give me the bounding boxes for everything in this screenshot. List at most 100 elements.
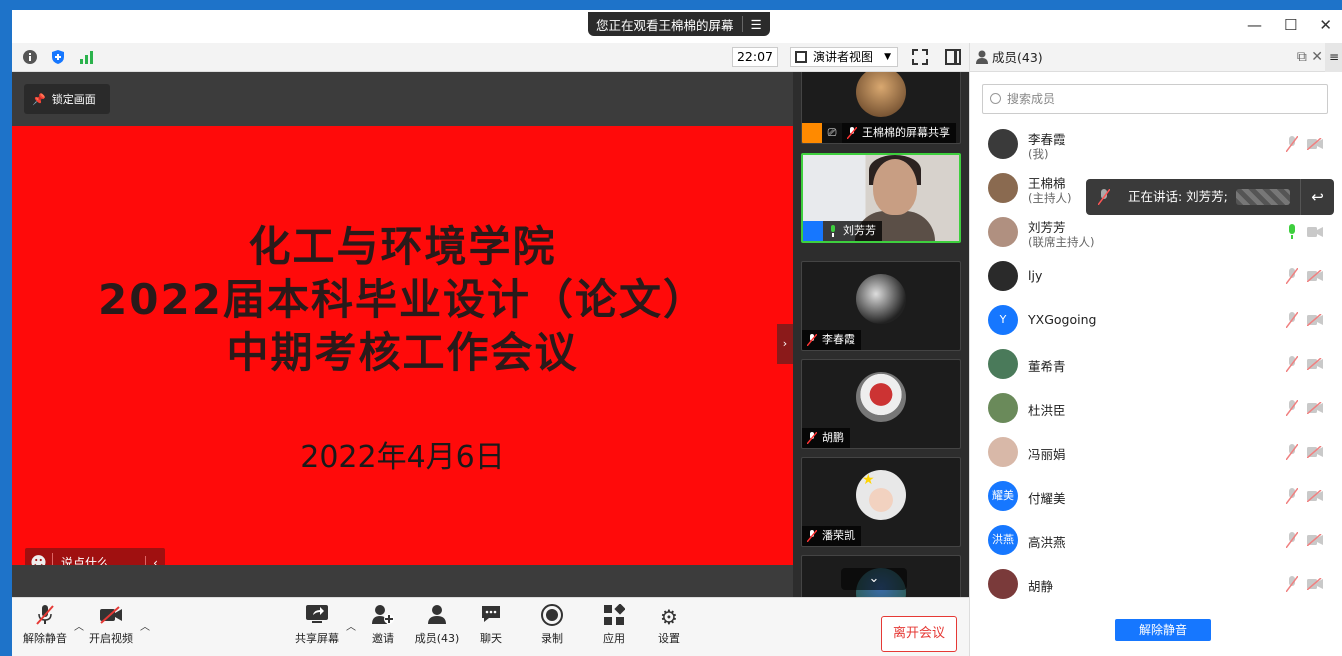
settings-button[interactable]: ⚙ 设置 <box>641 604 697 646</box>
mic-muted-icon[interactable] <box>1286 576 1298 592</box>
member-row[interactable]: ljy <box>970 255 1342 299</box>
chevron-up-icon[interactable]: ︿ <box>140 618 150 633</box>
member-row[interactable]: 董希青 <box>970 343 1342 387</box>
meeting-clock: 22:07 <box>732 47 778 67</box>
avatar <box>988 261 1018 291</box>
scroll-down-icon[interactable]: ⌄ <box>841 568 907 590</box>
video-tile[interactable]: 胡鹏 <box>801 359 961 449</box>
member-row[interactable]: 冯丽娟 <box>970 431 1342 475</box>
camera-off-icon[interactable] <box>1307 534 1323 546</box>
unmute-button[interactable]: 解除静音 <box>17 604 73 646</box>
mic-muted-icon[interactable] <box>1286 136 1298 152</box>
member-row[interactable]: 杜洪臣 <box>970 387 1342 431</box>
menu-icon[interactable]: ≡ <box>1325 43 1342 72</box>
speaking-indicator: 正在讲话: 刘芳芳; ↩ <box>1086 179 1334 215</box>
camera-off-icon[interactable] <box>1307 446 1323 458</box>
video-tile-active-speaker[interactable]: 刘芳芳 <box>801 153 961 243</box>
apps-button[interactable]: 应用 <box>586 603 642 646</box>
menu-lines-icon[interactable]: ☰ <box>751 17 762 32</box>
record-button[interactable]: 录制 <box>524 604 580 646</box>
mic-muted-icon[interactable] <box>1286 312 1298 328</box>
member-name: ljy <box>1028 268 1043 283</box>
camera-off-icon <box>83 604 139 630</box>
screen-share-icon: ⎚ <box>822 123 842 143</box>
caret-down-icon: ▼ <box>884 52 891 62</box>
settings-label: 设置 <box>658 632 680 645</box>
camera-off-icon[interactable] <box>1307 490 1323 502</box>
member-name: 杜洪臣 <box>1028 403 1066 418</box>
search-members-input[interactable]: 搜索成员 <box>982 84 1328 114</box>
signal-icon[interactable] <box>78 49 94 65</box>
video-tile[interactable]: ★ 潘荣凯 <box>801 457 961 547</box>
camera-off-icon[interactable] <box>1307 314 1323 326</box>
members-panel-title: 成员(43) <box>992 50 1043 65</box>
member-row[interactable]: 洪燕 高洪燕 <box>970 519 1342 563</box>
mic-muted-icon[interactable] <box>1286 444 1298 460</box>
avatar <box>988 173 1018 203</box>
mic-muted-icon <box>807 432 817 444</box>
camera-off-icon[interactable] <box>1307 358 1323 370</box>
collapse-strip-button[interactable]: › <box>777 324 793 364</box>
star-icon: ★ <box>862 472 875 488</box>
speaking-text: 正在讲话: 刘芳芳; <box>1128 189 1228 204</box>
top-toolbar: 22:07 演讲者视图 ▼ <box>12 43 969 72</box>
close-icon[interactable]: ✕ <box>1319 16 1332 34</box>
mic-muted-icon[interactable] <box>1286 356 1298 372</box>
mic-muted-icon[interactable] <box>1286 488 1298 504</box>
shield-icon[interactable] <box>50 49 66 65</box>
camera-off-icon[interactable] <box>1307 138 1323 150</box>
blurred-text <box>1236 189 1290 205</box>
unmute-all-button[interactable]: 解除静音 <box>1115 619 1211 641</box>
host-badge-icon <box>802 123 822 143</box>
member-row[interactable]: 刘芳芳 (联席主持人) <box>970 211 1342 255</box>
leave-meeting-button[interactable]: 离开会议 <box>881 616 957 652</box>
mic-muted-icon <box>807 530 817 542</box>
view-mode-select[interactable]: 演讲者视图 ▼ <box>790 47 898 67</box>
window-controls: — ☐ ✕ <box>1247 16 1332 34</box>
record-label: 录制 <box>541 632 563 645</box>
reply-icon[interactable]: ↩ <box>1300 179 1334 215</box>
tile-name: 胡鹏 <box>802 428 850 448</box>
start-video-button[interactable]: 开启视频 <box>83 604 139 646</box>
member-name: 付耀美 <box>1028 491 1066 506</box>
tile-name: 李春霞 <box>802 330 861 350</box>
member-row[interactable]: 李春霞 (我) <box>970 123 1342 167</box>
slide-date: 2022年4月6日 <box>300 440 505 475</box>
share-screen-label: 共享屏幕 <box>295 632 339 645</box>
mic-active-icon[interactable] <box>1286 224 1298 240</box>
fullscreen-icon[interactable] <box>912 49 928 65</box>
avatar <box>988 349 1018 379</box>
close-icon[interactable]: ⧉ ✕ <box>1297 43 1323 72</box>
members-button[interactable]: 成员(43) <box>409 604 465 646</box>
members-panel-header: 成员(43) ⧉ ✕ ≡ <box>970 43 1342 72</box>
tile-name: 王棉棉的屏幕共享 <box>842 123 956 143</box>
member-row[interactable]: Y YXGogoing <box>970 299 1342 343</box>
mic-muted-icon[interactable] <box>1286 532 1298 548</box>
video-tile[interactable]: 李春霞 <box>801 261 961 351</box>
invite-button[interactable]: 邀请 <box>355 604 411 646</box>
camera-icon[interactable] <box>1307 226 1323 238</box>
member-row[interactable]: 胡静 <box>970 563 1342 601</box>
chat-button[interactable]: 聊天 <box>463 604 519 646</box>
camera-off-icon[interactable] <box>1307 270 1323 282</box>
member-row[interactable]: 耀美 付耀美 <box>970 475 1342 519</box>
sidebar-toggle-icon[interactable] <box>945 49 961 65</box>
minimize-icon[interactable]: — <box>1247 16 1262 34</box>
camera-off-icon[interactable] <box>1307 578 1323 590</box>
sharing-notice-pill[interactable]: 您正在观看王棉棉的屏幕 ☰ <box>588 12 770 36</box>
avatar: ★ <box>856 470 906 520</box>
avatar <box>988 393 1018 423</box>
chat-label: 聊天 <box>480 632 502 645</box>
lock-view-button[interactable]: 📌 锁定画面 <box>24 84 110 114</box>
search-placeholder: 搜索成员 <box>1007 92 1056 106</box>
camera-off-icon[interactable] <box>1307 402 1323 414</box>
gear-icon: ⚙ <box>660 605 678 629</box>
mic-muted-icon[interactable] <box>1286 268 1298 284</box>
share-screen-button[interactable]: 共享屏幕 <box>289 604 345 646</box>
video-tile-screen-share[interactable]: ⎚ 王棉棉的屏幕共享 <box>801 72 961 144</box>
member-name: 高洪燕 <box>1028 535 1066 550</box>
maximize-icon[interactable]: ☐ <box>1284 16 1297 34</box>
members-panel: 成员(43) ⧉ ✕ ≡ 搜索成员 李春霞 (我) 王棉棉 (主持人) 刘芳芳 (联席主持… <box>969 43 1342 656</box>
mic-muted-icon[interactable] <box>1286 400 1298 416</box>
info-icon[interactable] <box>22 49 38 65</box>
